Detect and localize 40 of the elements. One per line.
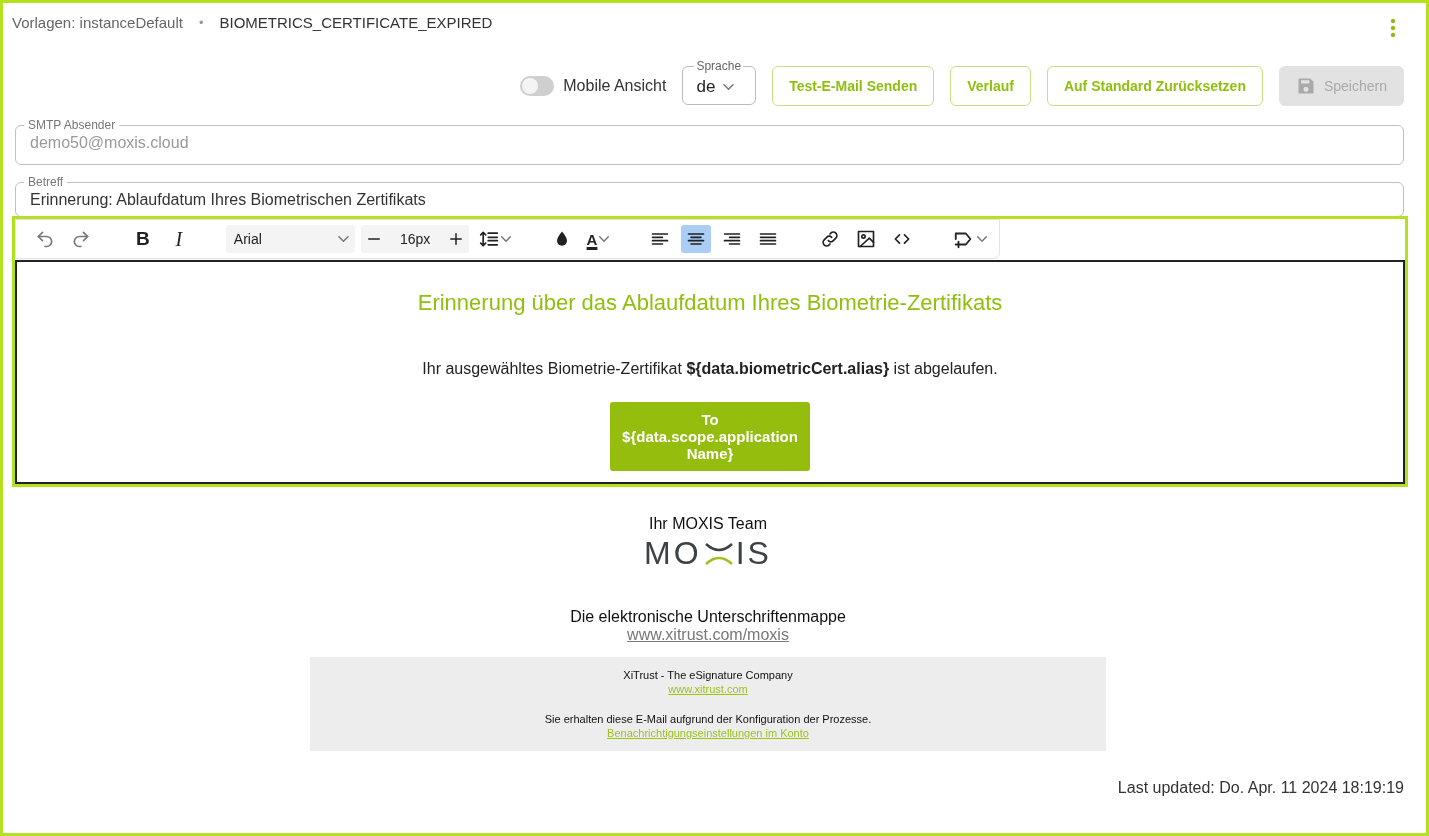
align-center-button[interactable] xyxy=(681,225,712,253)
breadcrumb-separator: • xyxy=(198,15,204,30)
font-size-value[interactable]: 16px xyxy=(399,231,431,247)
italic-button[interactable]: I xyxy=(163,225,194,253)
bold-button[interactable]: B xyxy=(127,225,158,253)
text-input[interactable]: demo50@moxis.cloud xyxy=(16,132,1403,152)
field-label: SMTP Absender xyxy=(27,118,117,132)
tagline: Die elektronische Unterschriftenmappe xyxy=(570,608,846,626)
toggle-label: Mobile Ansicht xyxy=(563,77,667,95)
link-icon xyxy=(820,229,841,249)
text-input[interactable]: Erinnerung: Ablaufdatum Ihres Biometrischen Zertifikats xyxy=(16,189,1403,209)
chevron-down-icon xyxy=(599,236,610,242)
redo-icon xyxy=(71,229,91,249)
email-heading: Erinnerung über das Ablaufdatum Ihres Biometrie-Zertifikats xyxy=(417,290,1003,316)
undo-icon xyxy=(35,229,55,249)
website-link[interactable]: www.xitrust.com/moxis xyxy=(627,626,789,644)
chevron-down-icon xyxy=(977,236,988,242)
font-select[interactable]: Arial xyxy=(225,225,356,253)
logo-x-icon xyxy=(703,541,734,566)
footer-text: Sie erhalten diese E-Mail aufgrund der Konfiguration der Prozesse. xyxy=(544,713,872,725)
team-signature: Ihr MOXIS Team xyxy=(649,515,767,533)
toggle-switch[interactable] xyxy=(520,76,555,96)
editor-content[interactable]: Erinnerung über das Ablaufdatum Ihres Biometrie-Zertifikats Ihr ausgewähltes Biometrie-Zertifikat ${data.biometricCert.alias} ist abgelaufen. To ${data.scope.applicationName} xyxy=(15,260,1405,484)
language-select[interactable]: Sprache de xyxy=(682,59,757,105)
email-paragraph: Ihr ausgewähltes Biometrie-Zertifikat ${data.biometricCert.alias} ist abgelaufen. xyxy=(422,360,998,378)
kebab-menu-icon xyxy=(1390,18,1396,38)
chevron-down-icon xyxy=(723,83,735,90)
breadcrumb-current: BIOMETRICS_CERTIFICATE_EXPIRED xyxy=(219,14,493,31)
chevron-down-icon xyxy=(500,236,511,242)
line-height-icon xyxy=(478,229,499,249)
image-icon xyxy=(856,229,877,249)
chevron-down-icon xyxy=(338,236,350,242)
last-updated: Last updated: Do. Apr. 11 2024 18:19:19 xyxy=(1117,779,1404,797)
footer-text: XiTrust - The eSignature Company xyxy=(623,669,793,681)
breadcrumb-link[interactable]: Vorlagen: instanceDefault xyxy=(12,14,183,31)
logo-text: MO xyxy=(644,535,702,572)
logo-text: IS xyxy=(735,535,772,572)
field-label: Betreff xyxy=(27,175,65,189)
text-color-button[interactable]: A xyxy=(582,225,614,253)
text-field[interactable]: SMTP Absender demo50@moxis.cloud xyxy=(15,118,1404,165)
